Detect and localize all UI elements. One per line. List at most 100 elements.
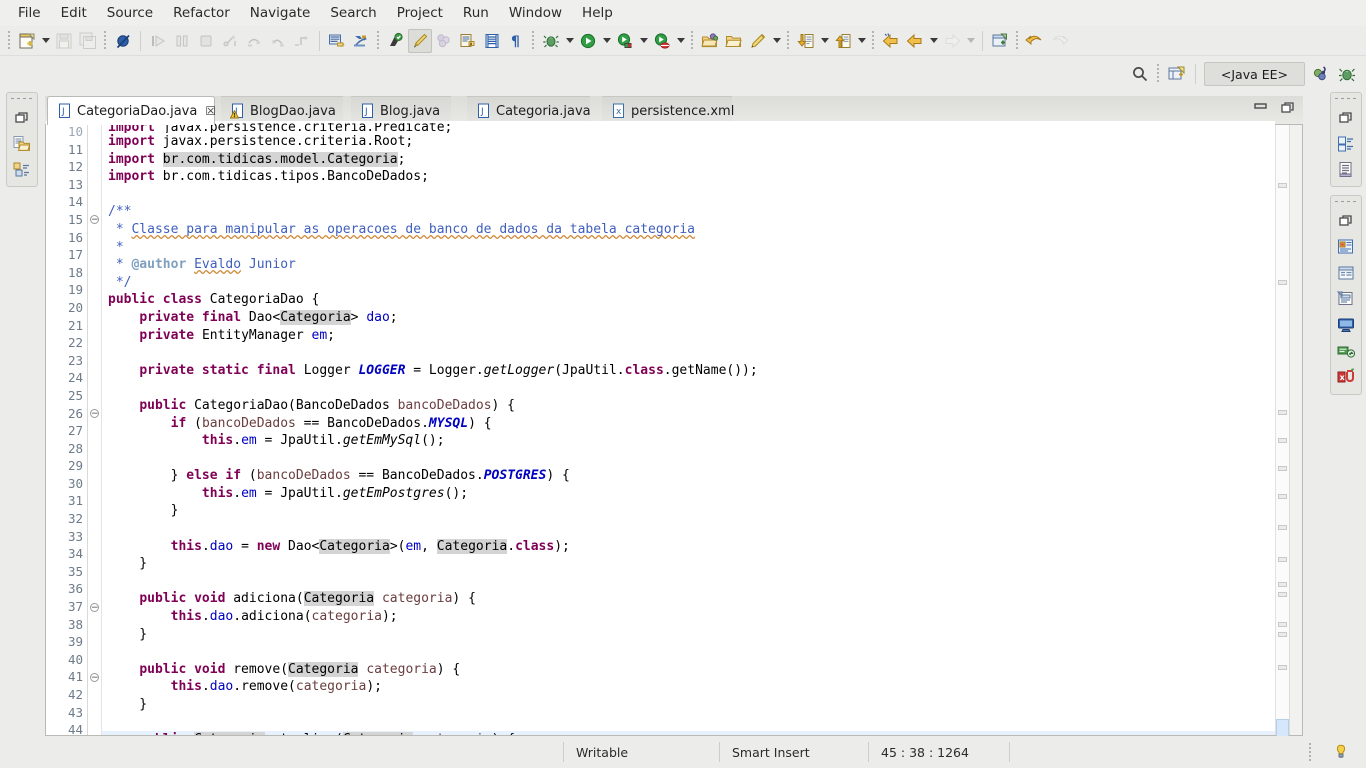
editor-vertical-scrollbar[interactable]	[1289, 125, 1302, 735]
code-line[interactable]: }	[102, 626, 1275, 644]
export-dropdown-icon[interactable]	[855, 29, 868, 53]
code-line[interactable]	[102, 714, 1275, 732]
pilcrow-icon[interactable]: ¶	[504, 29, 528, 53]
snippets-icon[interactable]	[1332, 286, 1360, 312]
toolbar-grip[interactable]	[689, 30, 696, 51]
markers-icon[interactable]	[1332, 234, 1360, 260]
code-line[interactable]: if (bancoDeDados == BancoDeDados.MYSQL) …	[102, 415, 1275, 433]
menu-item-source[interactable]: Source	[97, 2, 163, 24]
code-line[interactable]: this.em = JpaUtil.getEmPostgres();	[102, 485, 1275, 503]
menu-item-run[interactable]: Run	[453, 2, 499, 24]
toolbar-grip[interactable]	[102, 30, 109, 51]
code-line[interactable]: * Classe para manipular as operacoes de …	[102, 221, 1275, 239]
new-window-icon[interactable]	[988, 29, 1012, 53]
code-line[interactable]: this.em = JpaUtil.getEmMySql();	[102, 432, 1275, 450]
restore-icon[interactable]	[1332, 208, 1360, 234]
new-wizard-icon[interactable]	[15, 29, 39, 53]
minimize-editor-button[interactable]	[1253, 100, 1269, 114]
code-line[interactable]: private final Dao<Categoria> dao;	[102, 309, 1275, 327]
folding-gutter[interactable]: −−−−−	[88, 121, 102, 757]
fastview-grip[interactable]	[1335, 95, 1357, 102]
outline-icon[interactable]	[8, 157, 36, 183]
overview-ruler-marker[interactable]	[1278, 410, 1287, 415]
menu-item-project[interactable]: Project	[387, 2, 453, 24]
show-whitespace-icon[interactable]	[480, 29, 504, 53]
junit-icon[interactable]: x	[1332, 364, 1360, 390]
perspective-bar-grip[interactable]	[1154, 64, 1162, 84]
overview-ruler-marker[interactable]	[1278, 183, 1287, 188]
code-line[interactable]: this.dao.remove(categoria);	[102, 678, 1275, 696]
code-line[interactable]	[102, 344, 1275, 362]
servers-icon[interactable]	[1332, 312, 1360, 338]
toggle-markoccurrences-icon[interactable]	[408, 28, 432, 53]
code-text-area[interactable]: import javax.persistence.criteria.Predic…	[102, 121, 1275, 735]
toolbar-grip[interactable]	[870, 30, 877, 51]
folder-icon[interactable]	[722, 29, 746, 53]
overview-ruler-marker[interactable]	[1278, 494, 1287, 499]
debug-dropdown-icon[interactable]	[563, 29, 576, 53]
task-list-icon[interactable]	[1332, 131, 1360, 157]
code-line[interactable]: public CategoriaDao(BancoDeDados bancoDe…	[102, 397, 1275, 415]
code-line[interactable]	[102, 379, 1275, 397]
pencil-icon[interactable]	[746, 29, 770, 53]
code-line[interactable]: } else if (bancoDeDados == BancoDeDados.…	[102, 467, 1275, 485]
overview-ruler-marker[interactable]	[1278, 438, 1287, 443]
code-line[interactable]: * @author Evaldo Junior	[102, 256, 1275, 274]
fastview-grip[interactable]	[11, 95, 33, 102]
debug-icon[interactable]	[539, 29, 563, 53]
properties-icon[interactable]	[1332, 260, 1360, 286]
fastview-grip[interactable]	[1335, 198, 1357, 205]
toggle-breakpoint-icon[interactable]	[111, 29, 135, 53]
menu-item-refactor[interactable]: Refactor	[163, 2, 240, 24]
import-icon[interactable]	[794, 29, 818, 53]
run-icon[interactable]	[576, 29, 600, 53]
toolbar-grip[interactable]	[375, 30, 382, 51]
code-line[interactable]: import br.com.tidicas.model.Categoria;	[102, 151, 1275, 169]
new-java-package-icon[interactable]	[384, 29, 408, 53]
overview-ruler-marker[interactable]	[1278, 592, 1287, 597]
overview-ruler-marker[interactable]	[1278, 632, 1287, 637]
overview-ruler-marker[interactable]	[1278, 466, 1287, 471]
status-grip[interactable]	[1307, 743, 1314, 761]
code-line[interactable]: */	[102, 274, 1275, 292]
overview-ruler-marker[interactable]	[1278, 525, 1287, 530]
toolbar-grip[interactable]	[1014, 30, 1021, 51]
profile-icon[interactable]	[650, 29, 674, 53]
profile-dropdown-icon[interactable]	[674, 29, 687, 53]
previous-icon[interactable]	[903, 29, 927, 53]
debug-perspective-icon[interactable]	[1334, 61, 1360, 87]
code-line[interactable]: private EntityManager em;	[102, 327, 1275, 345]
run-server-dropdown-icon[interactable]	[637, 29, 650, 53]
code-line[interactable]: }	[102, 696, 1275, 714]
open-task-icon[interactable]	[349, 29, 373, 53]
overview-ruler-marker[interactable]	[1278, 582, 1287, 587]
annotation-gutter[interactable]: 10 11 12 13 14 15 16 17 18 19 20 21 22 23 24 25 26 27 28 29…	[46, 121, 88, 757]
editor-tab-categoriadao-java[interactable]: J CategoriaDao.java ☒	[47, 96, 216, 125]
open-type-icon[interactable]	[325, 29, 349, 53]
overview-ruler-marker[interactable]	[1278, 280, 1287, 285]
previous-dropdown-icon[interactable]	[927, 29, 940, 53]
toolbar-grip[interactable]	[6, 30, 13, 51]
toolbar-grip[interactable]	[530, 30, 537, 51]
project-explorer-icon[interactable]	[8, 131, 36, 157]
code-line[interactable]: this.dao = new Dao<Categoria>(em, Catego…	[102, 538, 1275, 556]
code-line[interactable]: import javax.persistence.criteria.Root;	[102, 133, 1275, 151]
search-icon[interactable]	[1127, 61, 1153, 87]
menu-item-help[interactable]: Help	[572, 2, 623, 24]
code-line[interactable]: }	[102, 555, 1275, 573]
code-line[interactable]: *	[102, 239, 1275, 257]
code-line[interactable]: public void adiciona(Categoria categoria…	[102, 590, 1275, 608]
open-folder-icon[interactable]	[698, 29, 722, 53]
data-source-explorer-icon[interactable]	[1332, 338, 1360, 364]
code-line[interactable]: public class CategoriaDao {	[102, 291, 1275, 309]
code-line[interactable]: private static final Logger LOGGER = Log…	[102, 362, 1275, 380]
code-line[interactable]	[102, 450, 1275, 468]
menu-item-navigate[interactable]: Navigate	[240, 2, 321, 24]
overview-ruler-marker[interactable]	[1278, 557, 1287, 562]
toolbar-grip[interactable]	[785, 30, 792, 51]
editor-tab-close-icon[interactable]: ☒	[205, 104, 216, 118]
code-line[interactable]	[102, 520, 1275, 538]
maximize-editor-button[interactable]	[1281, 100, 1297, 114]
external-tools-icon[interactable]	[456, 29, 480, 53]
code-line[interactable]: import javax.persistence.criteria.Predic…	[102, 123, 1275, 133]
